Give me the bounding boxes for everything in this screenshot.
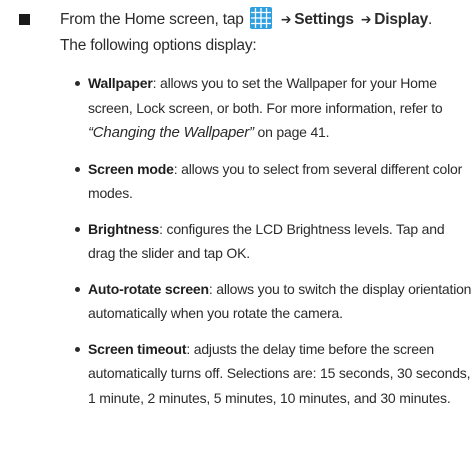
options-list: Wallpaper: allows you to set the Wallpap…	[75, 71, 475, 421]
option-screen-timeout: Screen timeout: adjusts the delay time b…	[75, 337, 475, 411]
step-subline: The following options display:	[60, 37, 257, 54]
manual-page: From the Home screen, tap ➔ Settings ➔ Dis…	[0, 0, 476, 460]
option-auto-rotate-screen: Auto-rotate screen: allows you to switch…	[75, 277, 475, 326]
arrow-icon: ➔	[360, 12, 372, 28]
cross-reference-link: “Changing the Wallpaper”	[88, 124, 254, 141]
square-bullet-icon	[19, 14, 30, 25]
option-term: Auto-rotate screen	[88, 280, 209, 297]
round-bullet-icon	[75, 81, 80, 86]
option-term: Screen mode	[88, 160, 174, 177]
round-bullet-icon	[75, 166, 80, 172]
option-term: Brightness	[88, 220, 160, 237]
settings-label: Settings	[294, 11, 354, 28]
option-wallpaper: Wallpaper: allows you to set the Wallpap…	[75, 71, 475, 146]
step-prefix: From the Home screen, tap	[60, 11, 244, 28]
step-period: .	[428, 11, 433, 28]
option-term: Screen timeout	[88, 340, 187, 357]
step-text: From the Home screen, tap ➔ Settings ➔ Dis…	[60, 7, 476, 59]
option-brightness: Brightness: configures the LCD Brightnes…	[75, 217, 475, 266]
arrow-icon: ➔	[280, 12, 292, 28]
option-screen-mode: Screen mode: allows you to select from s…	[75, 157, 475, 206]
round-bullet-icon	[75, 346, 80, 352]
option-term: Wallpaper	[88, 75, 153, 91]
round-bullet-icon	[75, 286, 80, 292]
apps-grid-icon	[249, 7, 272, 29]
display-label: Display	[374, 11, 429, 28]
round-bullet-icon	[75, 226, 80, 232]
option-page-ref: on page 41.	[253, 124, 330, 140]
